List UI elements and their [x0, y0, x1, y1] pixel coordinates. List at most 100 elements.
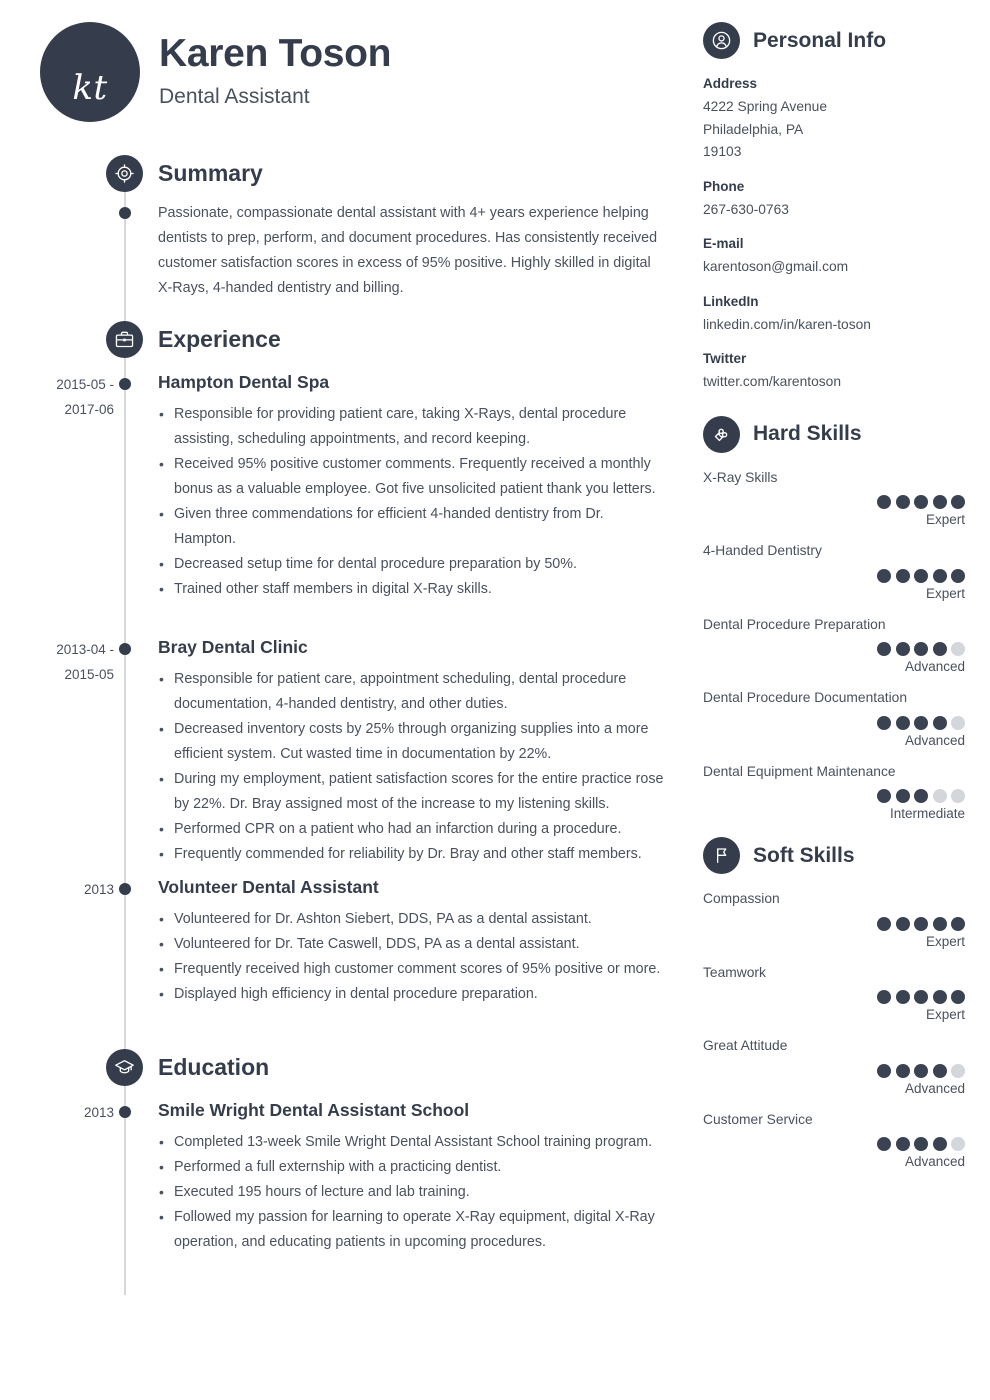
skill-name: Teamwork: [703, 964, 766, 980]
resume-sidebar: Personal Info Address 4222 Spring Avenue…: [703, 22, 965, 1185]
soft-skills-section: Soft Skills Compassion Expert Teamwork E…: [703, 837, 965, 1169]
info-value: Philadelphia, PA: [703, 121, 804, 137]
rating-pip: [877, 495, 891, 510]
rating-pip: [951, 715, 965, 730]
briefcase-icon: [106, 321, 143, 358]
resume-header: kt Karen Toson Dental Assistant: [40, 22, 391, 122]
list-item: Performed CPR on a patient who had an in…: [158, 817, 665, 842]
entry-bullets: Completed 13-week Smile Wright Dental As…: [158, 1130, 665, 1255]
monogram-initials: kt: [72, 68, 108, 108]
info-group-address: Address 4222 Spring Avenue Philadelphia,…: [703, 76, 965, 164]
rating-pip: [895, 990, 910, 1005]
section-title-hard-skills: Hard Skills: [753, 422, 862, 445]
skill-name: Customer Service: [703, 1111, 813, 1127]
skill-level: Advanced: [904, 1154, 965, 1170]
entry-body: Smile Wright Dental Assistant School Com…: [158, 1100, 690, 1255]
info-group-twitter: Twitter twitter.com/karentoson: [703, 351, 965, 394]
timeline-dot: [119, 643, 131, 655]
rating-pip: [951, 495, 965, 510]
summary-body: Passionate, compassionate dental assista…: [158, 201, 690, 301]
entry-bullets: Responsible for providing patient care, …: [158, 402, 665, 602]
list-item: Volunteered for Dr. Ashton Siebert, DDS,…: [158, 907, 665, 932]
rating-pip: [895, 1137, 910, 1152]
info-value[interactable]: 267-630-0763: [703, 199, 965, 222]
rating-pip: [951, 1137, 965, 1152]
entry-title: Hampton Dental Spa: [158, 372, 330, 392]
rating-pip: [914, 1137, 928, 1152]
timeline-dot: [119, 883, 131, 895]
section-title-personal-info: Personal Info: [753, 28, 887, 52]
rating-pip: [951, 916, 965, 931]
skill-item: Teamwork Expert: [703, 964, 965, 1023]
rating-pip: [914, 642, 928, 657]
list-item: Frequently commended for reliability by …: [158, 842, 665, 867]
info-value[interactable]: twitter.com/karentoson: [703, 371, 965, 394]
timeline-dot: [119, 207, 131, 219]
rating-pip: [877, 568, 891, 583]
resume-main-column: kt Karen Toson Dental Assistant Summary: [0, 0, 690, 1400]
flag-icon: [703, 837, 740, 875]
skill-name: Compassion: [703, 891, 780, 907]
info-group-email: E-mail karentoson@gmail.com: [703, 236, 965, 279]
skill-name: Dental Procedure Preparation: [703, 616, 886, 632]
info-group-linkedin: LinkedIn linkedin.com/in/karen-toson: [703, 294, 965, 337]
skill-name: X-Ray Skills: [703, 469, 778, 485]
rating-pip: [895, 568, 910, 583]
info-label: Address: [703, 76, 758, 91]
candidate-name: Karen Toson: [159, 32, 392, 75]
skill-level: Advanced: [904, 732, 965, 748]
section-heading-education: Education: [106, 1049, 269, 1086]
section-title-soft-skills: Soft Skills: [753, 843, 855, 867]
info-label: E-mail: [703, 236, 744, 251]
experience-entry: 2013 Volunteer Dental Assistant Voluntee…: [0, 877, 690, 1007]
info-value: 4222 Spring Avenue: [703, 99, 828, 114]
summary-text: Passionate, compassionate dental assista…: [158, 205, 658, 296]
section-heading-experience: Experience: [106, 321, 281, 358]
rating-pip: [951, 990, 965, 1005]
entry-bullets: Volunteered for Dr. Ashton Siebert, DDS,…: [158, 907, 665, 1007]
skill-level: Expert: [925, 585, 965, 601]
list-item: Volunteered for Dr. Tate Caswell, DDS, P…: [158, 932, 665, 957]
skill-level: Advanced: [904, 1080, 965, 1096]
skill-level: Expert: [925, 1007, 965, 1023]
rating-pip: [877, 1137, 891, 1152]
rating-pip: [877, 789, 891, 804]
rating-pip: [914, 789, 928, 804]
skill-rating: [703, 789, 965, 804]
rating-pip: [877, 916, 891, 931]
experience-entry: 2013-04 - 2015-05 Bray Dental Clinic Res…: [0, 637, 690, 867]
skill-item: Customer Service Advanced: [703, 1111, 965, 1170]
section-heading-personal-info: Personal Info: [703, 22, 965, 59]
list-item: Followed my passion for learning to oper…: [158, 1205, 665, 1255]
rating-pip: [877, 990, 891, 1005]
list-item: Decreased inventory costs by 25% through…: [158, 717, 665, 767]
target-icon: [106, 155, 143, 192]
skill-level: Expert: [925, 933, 965, 949]
rating-pip: [932, 1137, 947, 1152]
skill-item: Dental Procedure Preparation Advanced: [703, 616, 965, 675]
header-text: Karen Toson Dental Assistant: [159, 22, 391, 109]
info-label: LinkedIn: [703, 293, 759, 309]
info-label: Phone: [703, 178, 745, 194]
soft-skills-list: Compassion Expert Teamwork Expert Great …: [703, 891, 965, 1169]
section-heading-summary: Summary: [106, 155, 263, 192]
skill-name: Dental Procedure Documentation: [703, 690, 908, 706]
skill-rating: [703, 495, 965, 510]
rating-pip: [914, 916, 928, 931]
rating-pip: [914, 1063, 928, 1078]
entry-date: 2013: [83, 882, 114, 897]
hard-skills-list: X-Ray Skills Expert 4-Handed Dentistry E…: [703, 469, 965, 821]
skill-item: X-Ray Skills Expert: [703, 469, 965, 527]
hard-skills-section: Hard Skills X-Ray Skills Expert 4-Handed: [703, 415, 965, 821]
timeline-dot: [119, 1106, 131, 1118]
info-value[interactable]: linkedin.com/in/karen-toson: [703, 314, 965, 337]
list-item: Completed 13-week Smile Wright Dental As…: [158, 1130, 665, 1155]
info-value[interactable]: karentoson@gmail.com: [703, 256, 965, 279]
user-icon: [703, 22, 740, 59]
rating-pip: [932, 789, 947, 804]
entry-body: Volunteer Dental Assistant Volunteered f…: [158, 877, 690, 1007]
section-title-summary: Summary: [158, 160, 263, 186]
avatar-monogram: kt: [40, 22, 140, 122]
skill-level: Advanced: [904, 659, 965, 675]
info-value: 19103: [703, 144, 742, 159]
